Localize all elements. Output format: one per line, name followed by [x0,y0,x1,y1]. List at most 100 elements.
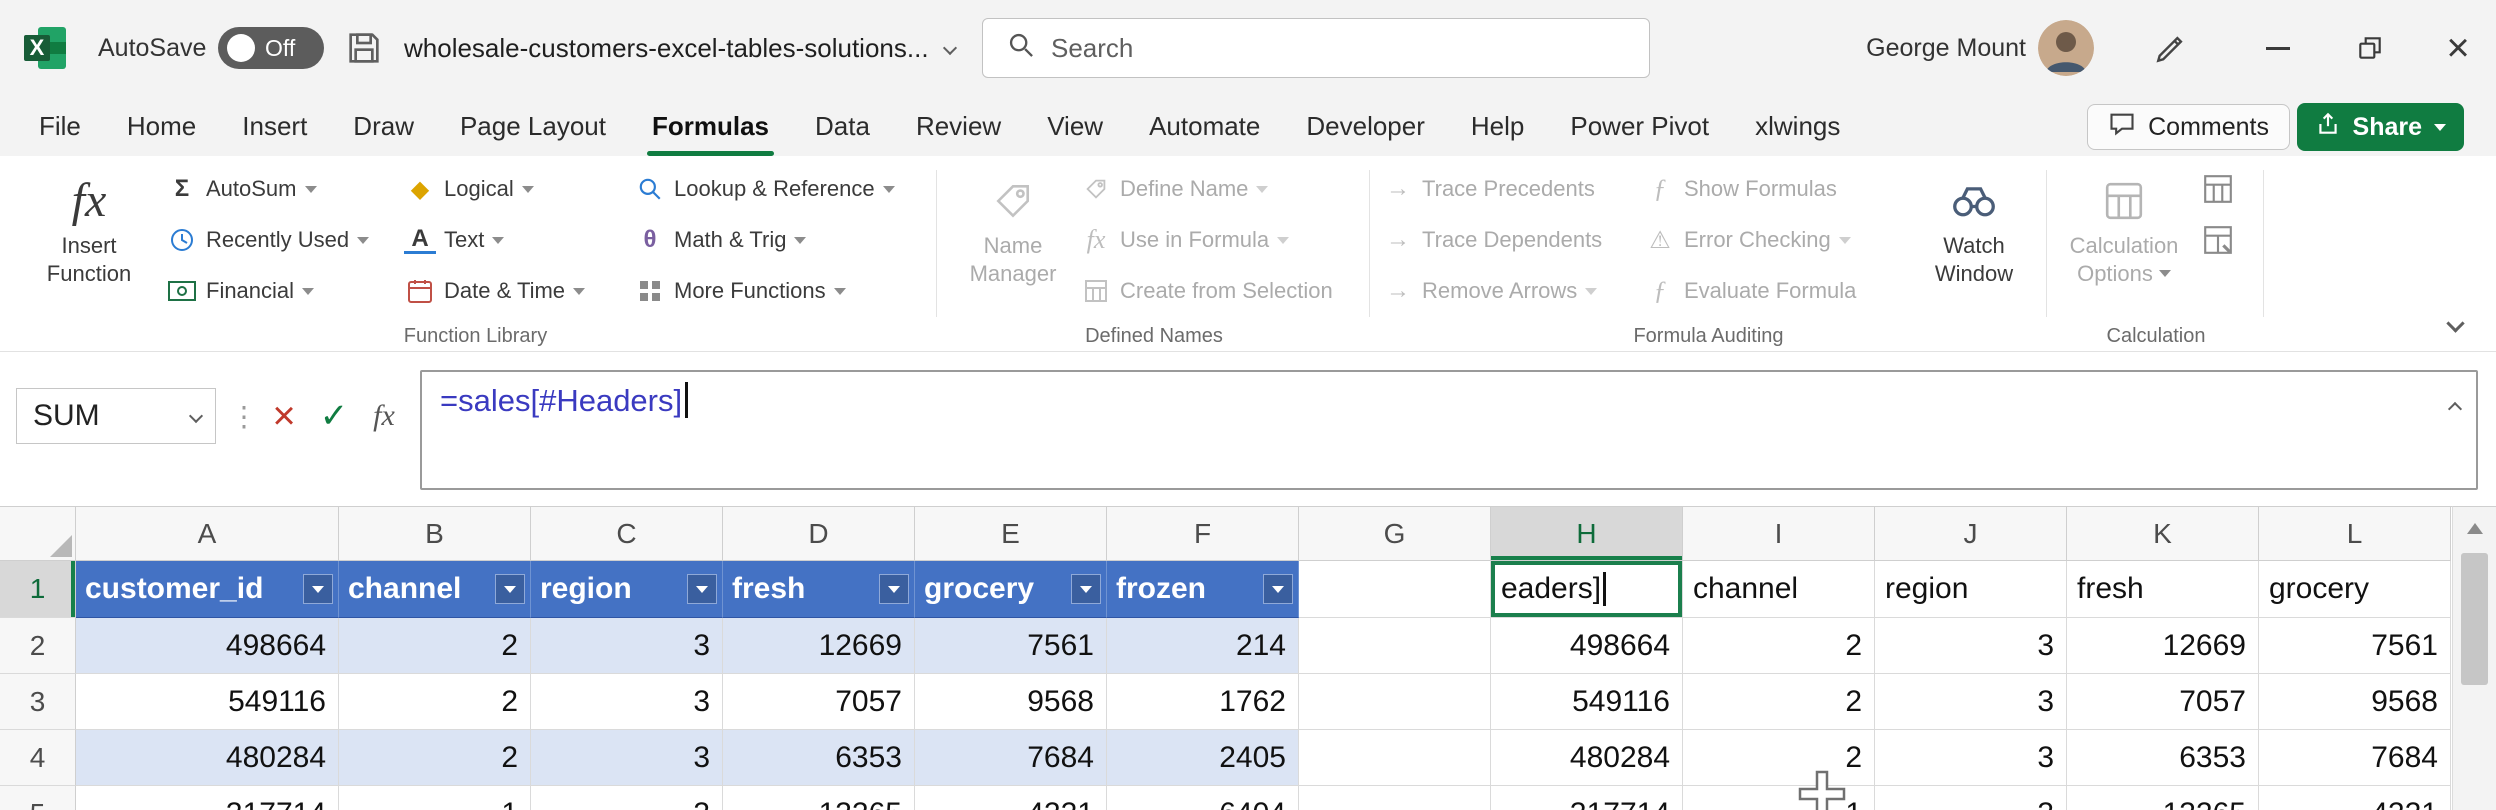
cell[interactable] [1299,618,1491,674]
cell-k1[interactable]: fresh [2067,561,2259,618]
filter-button[interactable] [303,574,333,604]
filter-button[interactable] [1071,574,1101,604]
tab-file[interactable]: File [16,96,104,156]
tab-developer[interactable]: Developer [1283,96,1448,156]
cell[interactable]: 549116 [76,674,339,730]
more-functions-button[interactable]: More Functions [634,268,846,314]
cell[interactable]: 7684 [915,730,1107,786]
evaluate-formula-button[interactable]: ƒ Evaluate Formula [1644,268,1856,314]
tab-xlwings[interactable]: xlwings [1732,96,1863,156]
cell[interactable]: 3 [1875,674,2067,730]
close-button[interactable]: × [2430,0,2486,96]
calculation-options-button[interactable]: Calculation Options [2054,164,2194,322]
cell[interactable]: 3 [531,786,723,810]
row-header-4[interactable]: 4 [0,730,76,786]
cell[interactable]: 7561 [2259,618,2451,674]
cell[interactable]: 3 [531,730,723,786]
cell[interactable]: 7561 [915,618,1107,674]
cell[interactable]: 7057 [723,674,915,730]
tab-automate[interactable]: Automate [1126,96,1283,156]
cell[interactable]: 317714 [76,786,339,810]
select-all-corner[interactable] [0,507,76,561]
cancel-entry-button[interactable]: × [262,388,306,444]
filter-button[interactable] [687,574,717,604]
cell-i1[interactable]: channel [1683,561,1875,618]
cell[interactable]: 2 [339,674,531,730]
filter-button[interactable] [879,574,909,604]
row-header-3[interactable]: 3 [0,674,76,730]
show-formulas-button[interactable]: ƒ Show Formulas [1644,166,1837,212]
column-header-d[interactable]: D [723,507,915,561]
cell[interactable] [1299,786,1491,810]
tab-home[interactable]: Home [104,96,219,156]
active-cell-h1[interactable]: eaders] [1491,561,1683,618]
cell[interactable]: 1762 [1107,674,1299,730]
cell[interactable]: 2405 [1107,730,1299,786]
remove-arrows-button[interactable]: → Remove Arrows [1382,268,1597,314]
cell-j1[interactable]: region [1875,561,2067,618]
filter-button[interactable] [495,574,525,604]
cell[interactable]: 7057 [2067,674,2259,730]
cell[interactable]: 3 [1875,786,2067,810]
trace-dependents-button[interactable]: → Trace Dependents [1382,217,1602,263]
comments-button[interactable]: Comments [2087,104,2290,150]
share-button[interactable]: Share [2297,103,2464,151]
cell-c1[interactable]: region [531,561,723,618]
column-header-h[interactable]: H [1491,507,1683,561]
cell-e1[interactable]: grocery [915,561,1107,618]
scrollbar-thumb[interactable] [2461,553,2488,685]
insert-function-button[interactable]: fx Insert Function [24,164,154,322]
cell[interactable]: 2 [339,730,531,786]
restore-button[interactable] [2342,0,2398,96]
text-button[interactable]: A Text [404,217,504,263]
cell[interactable]: 3 [531,674,723,730]
cell[interactable]: 214 [1107,618,1299,674]
row-header-1[interactable]: 1 [0,561,76,618]
watch-window-button[interactable]: Watch Window [1912,164,2036,322]
create-from-selection-button[interactable]: Create from Selection [1080,268,1333,314]
cell-a1[interactable]: customer_id [76,561,339,618]
cell[interactable]: 3 [531,618,723,674]
cell[interactable]: 13265 [723,786,915,810]
cell[interactable]: 7684 [2259,730,2451,786]
cell[interactable]: 1 [339,786,531,810]
cell[interactable]: 480284 [1491,730,1683,786]
cell[interactable]: 317714 [1491,786,1683,810]
cell[interactable]: 6353 [723,730,915,786]
name-box-dropdown-icon[interactable] [191,411,215,421]
filter-button[interactable] [1263,574,1293,604]
column-header-c[interactable]: C [531,507,723,561]
confirm-entry-button[interactable]: ✓ [312,388,356,444]
cell[interactable]: 2 [1683,674,1875,730]
tab-page-layout[interactable]: Page Layout [437,96,629,156]
save-icon[interactable] [344,0,384,96]
row-header-5[interactable]: 5 [0,786,76,810]
use-in-formula-button[interactable]: fx Use in Formula [1080,217,1289,263]
cell-l1[interactable]: grocery [2259,561,2451,618]
cell[interactable] [1299,674,1491,730]
cell[interactable]: 9568 [915,674,1107,730]
trace-precedents-button[interactable]: → Trace Precedents [1382,166,1595,212]
autosum-button[interactable]: Σ AutoSum [166,166,317,212]
minimize-button[interactable] [2250,0,2306,96]
column-header-f[interactable]: F [1107,507,1299,561]
vertical-scrollbar[interactable] [2452,506,2496,810]
pen-icon[interactable] [2154,0,2188,96]
column-header-a[interactable]: A [76,507,339,561]
cell[interactable]: 12669 [2067,618,2259,674]
cell[interactable]: 2 [1683,618,1875,674]
insert-function-fx-button[interactable]: fx [362,388,406,444]
cell[interactable]: 4221 [2259,786,2451,810]
row-header-2[interactable]: 2 [0,618,76,674]
cell[interactable]: 9568 [2259,674,2451,730]
cell[interactable]: 1 [1683,786,1875,810]
formula-bar-grip-icon[interactable]: ⋮ [222,388,266,444]
column-header-e[interactable]: E [915,507,1107,561]
name-manager-button[interactable]: Name Manager [948,164,1078,322]
formula-input[interactable]: =sales[#Headers] [420,370,2478,490]
tab-view[interactable]: View [1024,96,1126,156]
scroll-up-button[interactable] [2453,507,2496,549]
tab-power-pivot[interactable]: Power Pivot [1547,96,1732,156]
cell[interactable]: 498664 [1491,618,1683,674]
cell[interactable]: 6404 [1107,786,1299,810]
